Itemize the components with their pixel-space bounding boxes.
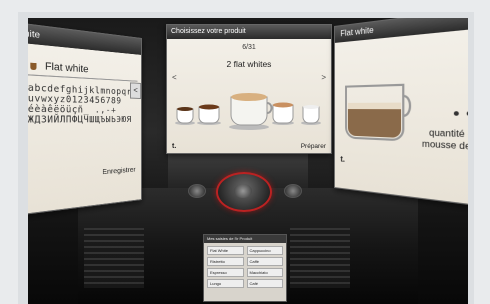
product-counter: 6/31: [242, 44, 256, 51]
dial-center[interactable]: [234, 184, 252, 198]
rotary-dial[interactable]: [216, 172, 272, 212]
panel-title: hite: [28, 23, 142, 55]
menu-item[interactable]: Ristretto: [207, 257, 244, 266]
coffee-cups-image: [175, 93, 321, 130]
product-name: 2 flat whites: [226, 59, 272, 69]
left-vent: [84, 228, 144, 288]
prepare-button[interactable]: Préparer: [301, 143, 326, 150]
left-control-button[interactable]: [188, 184, 206, 198]
panel-title: Choisissez votre produit: [167, 25, 331, 39]
next-product-button[interactable]: >: [321, 73, 326, 82]
machine-display: Mes saisies de l'ir Produit Flat White C…: [203, 234, 287, 302]
selected-product-label: Flat white: [45, 60, 89, 75]
display-menu: Flat White Cappuccino Ristretto Caffè Es…: [204, 243, 286, 291]
menu-item[interactable]: Cappuccino: [246, 246, 283, 255]
foam-quantity-line: mousse de lait: [421, 138, 468, 153]
right-vent: [290, 228, 350, 288]
menu-item[interactable]: Flat White: [207, 246, 244, 255]
brand-logo: t.: [172, 143, 177, 150]
milk-foam-panel: Flat white ● ● ● ● quantité de mousse de…: [334, 18, 468, 211]
product-photo: hite Flat white < abcdefghijklmnopqr uvw…: [28, 18, 468, 304]
display-title: Mes saisies de l'ir Produit: [204, 235, 286, 243]
character-keyboard[interactable]: abcdefghijklmnopqr uvwxyz0123456789 éèàê…: [28, 82, 137, 124]
foam-level-indicator[interactable]: ● ● ● ●: [453, 107, 468, 120]
right-control-button[interactable]: [284, 184, 302, 198]
back-arrow-button[interactable]: <: [129, 82, 142, 99]
menu-item[interactable]: Café: [246, 279, 283, 288]
cup-icon: [30, 62, 37, 71]
name-entry-panel: hite Flat white < abcdefghijklmnopqr uvw…: [28, 22, 142, 216]
product-selection-panel: Choisissez votre produit 6/31 2 flat whi…: [166, 24, 332, 154]
panel-title: Flat white: [334, 18, 468, 43]
menu-item[interactable]: Caffè: [246, 257, 283, 266]
glass-icon: [342, 82, 414, 145]
menu-item[interactable]: Macchiato: [246, 268, 283, 277]
save-button[interactable]: Enregistrer: [102, 166, 135, 176]
previous-product-button[interactable]: <: [172, 73, 177, 82]
brand-logo: t.: [340, 154, 345, 164]
menu-item[interactable]: Espresso: [207, 268, 244, 277]
keyboard-row[interactable]: ЖДЗИЙЛПФЦЧШЩЪЫЬЭЮЯ: [28, 114, 137, 125]
foam-quantity-label: quantité de mousse de lait: [422, 127, 468, 154]
menu-item[interactable]: Lungo: [207, 279, 244, 288]
selected-product-field[interactable]: Flat white: [28, 55, 138, 82]
